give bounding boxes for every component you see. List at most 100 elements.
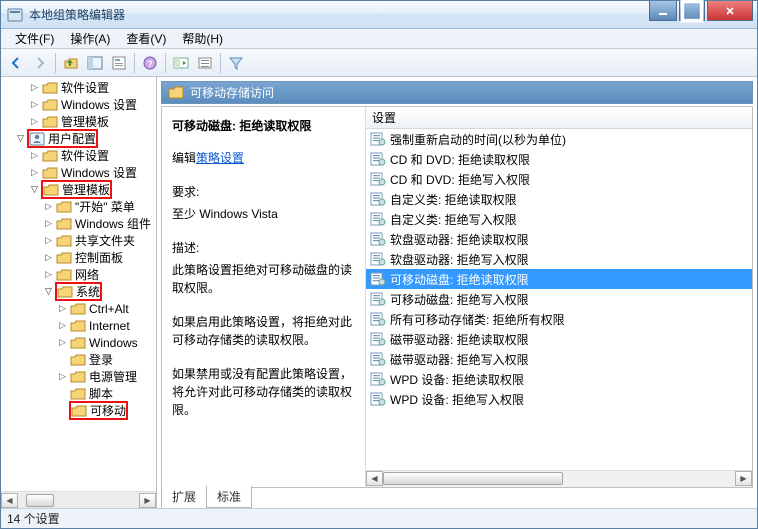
tree-node[interactable]: "开始" 菜单	[1, 198, 156, 215]
list-scroll-left[interactable]: ◀	[366, 471, 383, 486]
list-row[interactable]: WPD 设备: 拒绝写入权限	[366, 389, 752, 409]
list-row[interactable]: 磁带驱动器: 拒绝读取权限	[366, 329, 752, 349]
expand-toggle-icon[interactable]	[29, 150, 40, 161]
tree-node[interactable]: Internet	[1, 317, 156, 334]
list-row[interactable]: 自定义类: 拒绝写入权限	[366, 209, 752, 229]
list-row[interactable]: 强制重新启动的时间(以秒为单位)	[366, 129, 752, 149]
expand-toggle-icon[interactable]	[43, 235, 54, 246]
list-row-label: 可移动磁盘: 拒绝读取权限	[390, 271, 529, 288]
expand-toggle-icon[interactable]	[57, 388, 68, 399]
tree-node[interactable]: 控制面板	[1, 249, 156, 266]
scroll-thumb[interactable]	[26, 494, 54, 507]
list-row[interactable]: CD 和 DVD: 拒绝读取权限	[366, 149, 752, 169]
tree-node[interactable]: 软件设置	[1, 79, 156, 96]
list-scroll-right[interactable]: ▶	[735, 471, 752, 486]
expand-toggle-icon[interactable]	[57, 303, 68, 314]
list-row[interactable]: 可移动磁盘: 拒绝写入权限	[366, 289, 752, 309]
standard-view-button[interactable]	[194, 52, 216, 74]
menu-help[interactable]: 帮助(H)	[174, 28, 231, 49]
expand-toggle-icon[interactable]	[29, 99, 40, 110]
list-scroll-thumb[interactable]	[383, 472, 563, 485]
list-row[interactable]: 软盘驱动器: 拒绝读取权限	[366, 229, 752, 249]
help-button[interactable]: ?	[139, 52, 161, 74]
tree-view[interactable]: 软件设置Windows 设置管理模板用户配置软件设置Windows 设置管理模板…	[1, 77, 156, 491]
tree-node-label: 软件设置	[61, 79, 109, 96]
minimize-button[interactable]	[649, 1, 677, 21]
expand-toggle-icon[interactable]	[29, 82, 40, 93]
properties-button[interactable]	[108, 52, 130, 74]
tree-node[interactable]: 用户配置	[1, 130, 156, 147]
expand-toggle-icon[interactable]	[29, 184, 40, 195]
list-hscrollbar[interactable]: ◀ ▶	[366, 470, 752, 487]
tree-node[interactable]: Ctrl+Alt	[1, 300, 156, 317]
tree-node[interactable]: Windows 组件	[1, 215, 156, 232]
expand-toggle-icon[interactable]	[57, 354, 68, 365]
forward-button[interactable]	[29, 52, 51, 74]
tree-node-label: 管理模板	[62, 181, 110, 198]
tree-node[interactable]: 脚本	[1, 385, 156, 402]
list-row[interactable]: WPD 设备: 拒绝读取权限	[366, 369, 752, 389]
tree-node[interactable]: Windows 设置	[1, 96, 156, 113]
scroll-right-button[interactable]: ▶	[139, 493, 156, 508]
list-row[interactable]: CD 和 DVD: 拒绝写入权限	[366, 169, 752, 189]
folder-icon	[168, 86, 184, 100]
folder-icon	[70, 319, 86, 332]
tree-node[interactable]: 登录	[1, 351, 156, 368]
svg-text:?: ?	[147, 59, 153, 69]
expand-toggle-icon[interactable]	[43, 201, 54, 212]
list-row[interactable]: 所有可移动存储类: 拒绝所有权限	[366, 309, 752, 329]
show-hide-tree-button[interactable]	[84, 52, 106, 74]
up-level-button[interactable]	[60, 52, 82, 74]
list-row-label: WPD 设备: 拒绝写入权限	[390, 391, 524, 408]
expand-toggle-icon[interactable]	[43, 218, 54, 229]
requirements-label: 要求:	[172, 183, 357, 201]
filter-button[interactable]	[225, 52, 247, 74]
column-header-settings[interactable]: 设置	[366, 107, 752, 129]
tree-hscrollbar[interactable]: ◀ ▶	[1, 491, 156, 508]
tree-node[interactable]: 软件设置	[1, 147, 156, 164]
expand-toggle-icon[interactable]	[29, 167, 40, 178]
folder-icon	[42, 81, 58, 94]
tree-node[interactable]: Windows 设置	[1, 164, 156, 181]
view-tabs: 扩展 标准	[161, 488, 753, 508]
statusbar: 14 个设置	[1, 508, 757, 528]
menu-view[interactable]: 查看(V)	[118, 28, 174, 49]
expand-toggle-icon[interactable]	[57, 405, 68, 416]
tree-node[interactable]: 管理模板	[1, 181, 156, 198]
expand-toggle-icon[interactable]	[57, 371, 68, 382]
settings-list[interactable]: 强制重新启动的时间(以秒为单位)CD 和 DVD: 拒绝读取权限CD 和 DVD…	[366, 129, 752, 470]
tab-standard[interactable]: 标准	[206, 486, 252, 508]
edit-policy-link[interactable]: 策略设置	[196, 151, 244, 165]
tree-node[interactable]: 电源管理	[1, 368, 156, 385]
extended-view-button[interactable]	[170, 52, 192, 74]
tree-node[interactable]: Windows	[1, 334, 156, 351]
expand-toggle-icon[interactable]	[43, 269, 54, 280]
list-row[interactable]: 可移动磁盘: 拒绝读取权限	[366, 269, 752, 289]
folder-icon	[71, 404, 87, 417]
tree-node[interactable]: 系统	[1, 283, 156, 300]
tree-node[interactable]: 共享文件夹	[1, 232, 156, 249]
list-row-label: 软盘驱动器: 拒绝写入权限	[390, 251, 529, 268]
tree-node[interactable]: 可移动	[1, 402, 156, 419]
close-button[interactable]	[707, 1, 753, 21]
maximize-button[interactable]	[679, 1, 705, 21]
tree-node[interactable]: 管理模板	[1, 113, 156, 130]
expand-toggle-icon[interactable]	[15, 133, 26, 144]
tree-node[interactable]: 网络	[1, 266, 156, 283]
back-button[interactable]	[5, 52, 27, 74]
policy-icon	[370, 272, 386, 286]
expand-toggle-icon[interactable]	[57, 337, 68, 348]
menu-file[interactable]: 文件(F)	[7, 28, 62, 49]
expand-toggle-icon[interactable]	[57, 320, 68, 331]
menu-action[interactable]: 操作(A)	[62, 28, 118, 49]
tree-node-label: 控制面板	[75, 249, 123, 266]
tree-node-label: 可移动	[90, 402, 126, 419]
list-row[interactable]: 自定义类: 拒绝读取权限	[366, 189, 752, 209]
expand-toggle-icon[interactable]	[29, 116, 40, 127]
scroll-left-button[interactable]: ◀	[1, 493, 18, 508]
expand-toggle-icon[interactable]	[43, 286, 54, 297]
list-row[interactable]: 磁带驱动器: 拒绝写入权限	[366, 349, 752, 369]
tab-extended[interactable]: 扩展	[161, 486, 207, 508]
expand-toggle-icon[interactable]	[43, 252, 54, 263]
list-row[interactable]: 软盘驱动器: 拒绝写入权限	[366, 249, 752, 269]
